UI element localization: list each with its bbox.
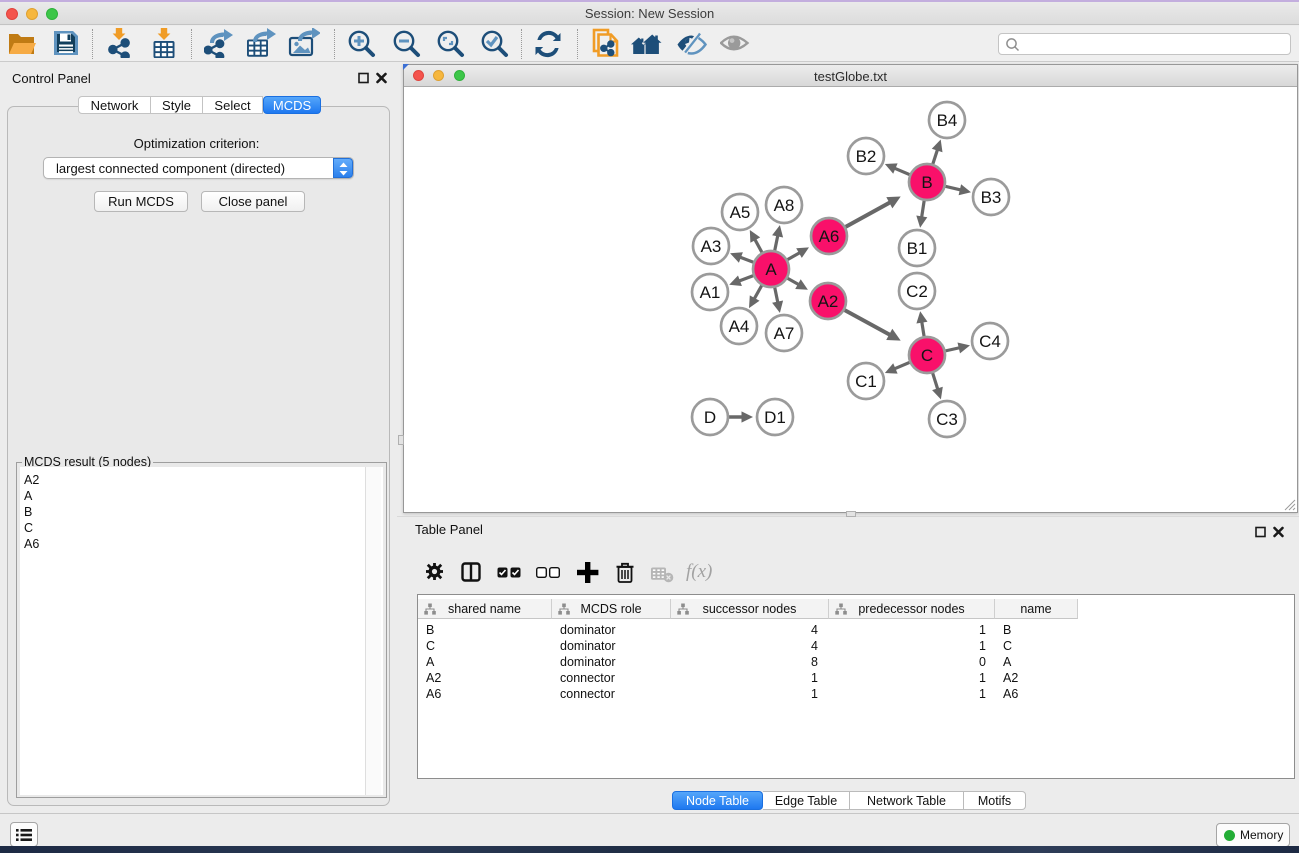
svg-text:C4: C4 (979, 332, 1001, 351)
svg-text:B: B (921, 173, 932, 192)
svg-text:A5: A5 (730, 203, 751, 222)
svg-text:B1: B1 (907, 239, 928, 258)
svg-text:B2: B2 (856, 147, 877, 166)
svg-text:A6: A6 (819, 227, 840, 246)
svg-text:C: C (921, 346, 933, 365)
svg-text:D: D (704, 408, 716, 427)
svg-text:C3: C3 (936, 410, 958, 429)
svg-text:A8: A8 (774, 196, 795, 215)
svg-text:A2: A2 (818, 292, 839, 311)
svg-text:C1: C1 (855, 372, 877, 391)
svg-text:A: A (765, 260, 777, 279)
svg-text:B4: B4 (937, 111, 958, 130)
svg-text:A4: A4 (729, 317, 750, 336)
svg-text:C2: C2 (906, 282, 928, 301)
svg-text:A3: A3 (701, 237, 722, 256)
svg-text:A7: A7 (774, 324, 795, 343)
svg-text:B3: B3 (981, 188, 1002, 207)
svg-text:D1: D1 (764, 408, 786, 427)
svg-text:A1: A1 (700, 283, 721, 302)
